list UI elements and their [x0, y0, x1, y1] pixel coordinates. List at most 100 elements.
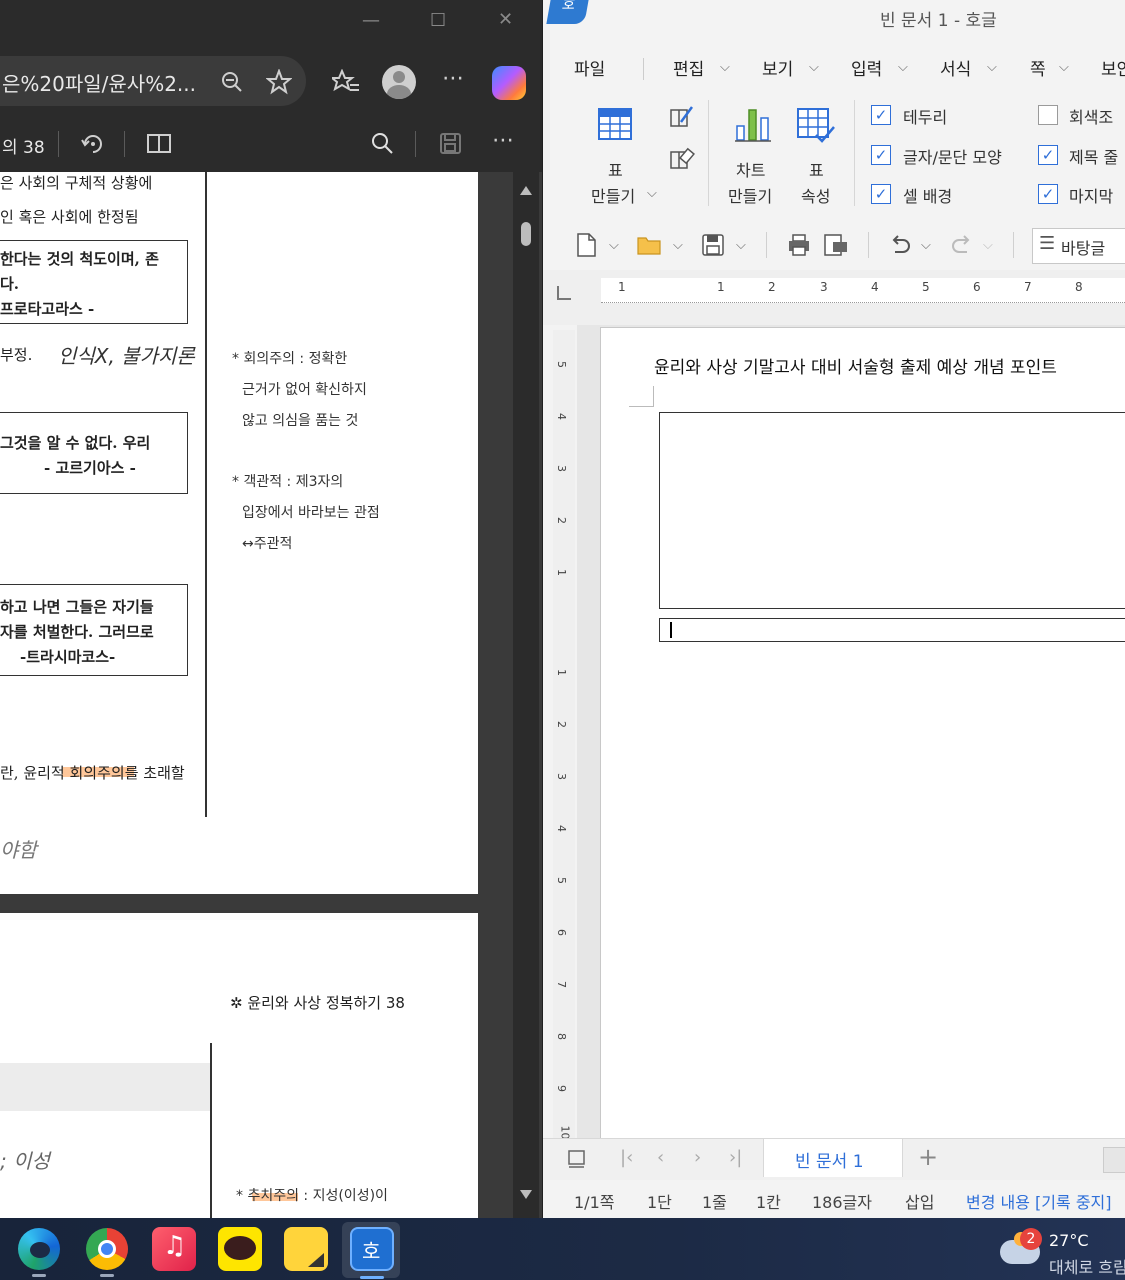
print-icon[interactable]: [787, 233, 811, 257]
draw-table-icon[interactable]: [669, 104, 695, 130]
quote-text: 그것을 알 수 없다. 우리: [0, 434, 151, 452]
menu-format[interactable]: 서식: [940, 55, 971, 80]
vertical-ruler[interactable]: 5 4 3 2 1 1 2 3 4 5 6 7 8 9 10: [553, 330, 575, 1140]
weather-temperature[interactable]: 27°C: [1049, 1231, 1089, 1250]
pdf-more-icon[interactable]: ⋯: [492, 128, 514, 153]
hancom-app-icon[interactable]: 호: [350, 1227, 394, 1271]
status-insert-mode[interactable]: 삽입: [905, 1189, 934, 1213]
app-running-indicator: [100, 1274, 114, 1277]
chart-make-label[interactable]: 만들기: [728, 183, 772, 207]
chevron-down-icon[interactable]: ⌵: [673, 238, 683, 253]
chevron-down-icon[interactable]: ⌵: [609, 238, 619, 253]
copilot-icon[interactable]: [492, 66, 526, 100]
document-page[interactable]: 윤리와 사상 기말고사 대비 서술형 출제 예상 개념 포인트: [600, 327, 1125, 1139]
status-track-changes[interactable]: 변경 내용 [기록 중지]: [966, 1189, 1112, 1213]
prev-tab-icon[interactable]: ‹: [657, 1147, 664, 1168]
save-icon[interactable]: [701, 233, 725, 257]
menu-page[interactable]: 쪽: [1030, 55, 1046, 80]
erase-table-icon[interactable]: [669, 146, 695, 172]
last-tab-icon[interactable]: ›|: [729, 1147, 742, 1168]
chart-icon[interactable]: [734, 104, 772, 144]
open-folder-icon[interactable]: [636, 233, 664, 257]
cell-bg-checkbox[interactable]: ✓: [871, 184, 891, 204]
toolbar-divider: [124, 131, 125, 157]
chevron-down-icon[interactable]: ⌵: [921, 238, 931, 253]
undo-icon[interactable]: [889, 234, 911, 256]
last-row-checkbox[interactable]: ✓: [1038, 184, 1058, 204]
music-app-icon[interactable]: ♫: [152, 1227, 196, 1271]
table-icon[interactable]: [597, 107, 633, 141]
border-checkbox[interactable]: ✓: [871, 105, 891, 125]
chevron-down-icon: ⌵: [809, 60, 819, 75]
table-props-label[interactable]: 표: [809, 157, 824, 181]
scroll-left-button[interactable]: [1103, 1147, 1125, 1173]
tab-label[interactable]: 빈 문서 1: [795, 1147, 864, 1172]
ruler-number: 4: [555, 413, 568, 420]
more-menu-icon[interactable]: ⋯: [442, 66, 464, 91]
table-make-label[interactable]: 만들기: [591, 183, 635, 207]
weather-description[interactable]: 대체로 흐림: [1049, 1254, 1125, 1278]
scroll-up-arrow[interactable]: [520, 186, 532, 195]
quote-text: 자를 처벌한다. 그러므로: [0, 623, 154, 641]
grayscale-checkbox[interactable]: [1038, 105, 1058, 125]
page-header: ✲ 윤리와 사상 정복하기 38: [230, 994, 405, 1012]
edge-app-icon[interactable]: [18, 1228, 60, 1270]
status-page[interactable]: 1/1쪽: [574, 1189, 614, 1213]
address-text[interactable]: 은%20파일/윤사%2...: [2, 68, 196, 97]
chevron-down-icon[interactable]: ⌵: [647, 186, 657, 201]
pdf-page-1: 은 사회의 구체적 상황에 인 혹은 사회에 한정됨 한다는 것의 척도이며, …: [0, 172, 478, 894]
sticky-notes-app-icon[interactable]: [284, 1227, 328, 1271]
paragraph-style-icon: ☰: [1039, 233, 1056, 254]
char-para-checkbox[interactable]: ✓: [871, 145, 891, 165]
tab-type-icon[interactable]: [557, 286, 571, 300]
chevron-down-icon[interactable]: ⌵: [736, 238, 746, 253]
first-tab-icon[interactable]: |‹: [620, 1147, 633, 1168]
redo-icon[interactable]: [951, 234, 973, 256]
page-view-icon[interactable]: [567, 1149, 587, 1169]
hwp-titlebar: 호 빈 문서 1 - 호글: [543, 0, 1125, 36]
kakaotalk-app-icon[interactable]: [218, 1227, 262, 1271]
print-preview-icon[interactable]: [823, 233, 849, 257]
rotate-icon[interactable]: [80, 130, 106, 158]
checkbox-label: 마지막: [1069, 187, 1114, 206]
table-make-label[interactable]: 표: [608, 157, 623, 181]
chrome-app-icon[interactable]: [86, 1228, 128, 1270]
horizontal-ruler[interactable]: 1 1 2 3 4 5 6 7 8: [543, 270, 1125, 325]
toolbar-divider: [868, 232, 869, 258]
table-properties-icon[interactable]: [796, 107, 836, 147]
vertical-scrollbar[interactable]: [513, 172, 539, 1218]
add-tab-icon[interactable]: +: [918, 1143, 938, 1171]
document-heading[interactable]: 윤리와 사상 기말고사 대비 서술형 출제 예상 개념 포인트: [654, 353, 1057, 378]
menu-security[interactable]: 보안: [1101, 55, 1125, 80]
scroll-down-arrow[interactable]: [520, 1190, 532, 1199]
zoom-out-icon[interactable]: [220, 70, 244, 94]
favorite-star-icon[interactable]: [266, 69, 292, 95]
page-view-icon[interactable]: [146, 132, 174, 156]
ruler-number: 6: [555, 929, 568, 936]
header-row-checkbox[interactable]: ✓: [1038, 145, 1058, 165]
favorites-icon[interactable]: [332, 69, 360, 95]
menu-edit[interactable]: 편집: [673, 55, 704, 80]
minimize-button[interactable]: —: [362, 10, 380, 31]
handwritten-note: 야함: [0, 838, 37, 862]
chart-make-label[interactable]: 차트: [736, 157, 765, 181]
chevron-down-icon: ⌵: [987, 60, 997, 75]
menu-file[interactable]: 파일: [574, 55, 605, 80]
menu-insert[interactable]: 입력: [851, 55, 882, 80]
ruler-number: 5: [555, 877, 568, 884]
search-icon[interactable]: [370, 131, 396, 157]
maximize-button[interactable]: ☐: [430, 10, 446, 31]
menu-view[interactable]: 보기: [762, 55, 793, 80]
profile-avatar[interactable]: [382, 65, 416, 99]
new-document-icon[interactable]: [575, 232, 597, 258]
close-button[interactable]: ✕: [498, 9, 513, 30]
chevron-down-icon: ⌵: [983, 238, 993, 253]
next-tab-icon[interactable]: ›: [694, 1147, 701, 1168]
save-icon[interactable]: [438, 131, 464, 157]
table-props-label[interactable]: 속성: [801, 183, 830, 207]
table-cell-large[interactable]: [659, 412, 1125, 609]
table-cell-input[interactable]: [659, 618, 1125, 642]
scroll-thumb[interactable]: [521, 222, 531, 246]
pdf-viewer[interactable]: 은 사회의 구체적 상황에 인 혹은 사회에 한정됨 한다는 것의 척도이며, …: [0, 172, 542, 1218]
style-select-value[interactable]: 바탕글: [1061, 235, 1105, 259]
